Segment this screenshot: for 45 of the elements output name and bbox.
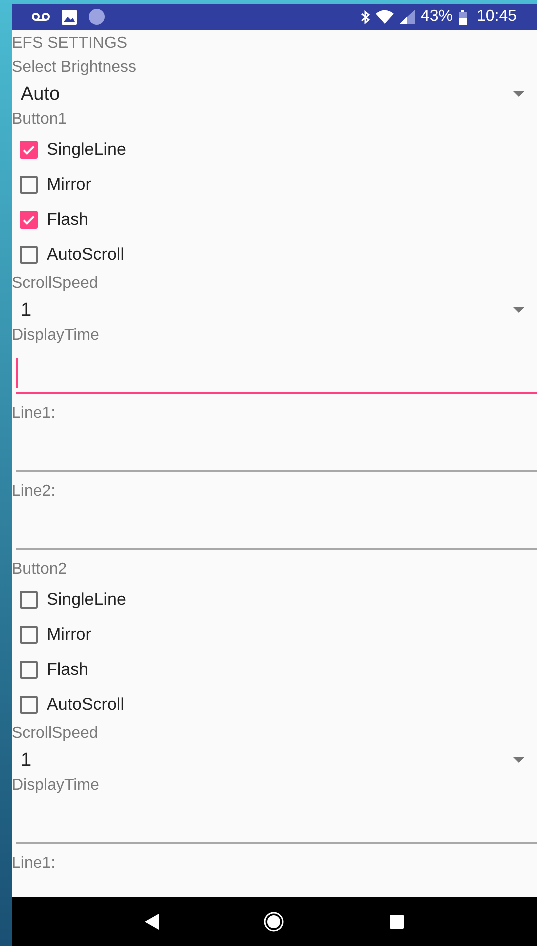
field-label: DisplayTime <box>12 778 100 794</box>
field-label: ScrollSpeed <box>12 726 98 742</box>
bluetooth-icon <box>360 10 370 24</box>
checkbox-label: SingleLine <box>47 141 126 158</box>
checkbox[interactable] <box>20 590 38 608</box>
dropdown-caret-icon <box>513 91 525 97</box>
checkbox-label: Mirror <box>47 176 92 193</box>
dropdown-caret-icon <box>513 307 525 313</box>
checkbox-label: AutoScroll <box>47 696 124 713</box>
field-label: DisplayTime <box>12 328 100 344</box>
recents-icon[interactable] <box>390 914 404 928</box>
dropdown[interactable]: Auto <box>12 80 537 108</box>
checkbox[interactable] <box>20 210 38 228</box>
field-label: Select Brightness <box>12 60 137 76</box>
checkbox-label: AutoScroll <box>47 246 124 263</box>
dropdown[interactable]: 1 <box>12 746 537 774</box>
screen-title: EFS SETTINGS <box>12 36 128 52</box>
checkbox-label: Flash <box>47 661 89 678</box>
dropdown-caret-icon <box>513 757 525 763</box>
field-label: Line1: <box>12 406 56 422</box>
checkbox[interactable] <box>20 176 38 194</box>
field-label: Line2: <box>12 484 56 500</box>
checkbox-label: SingleLine <box>47 591 126 608</box>
checkbox[interactable] <box>20 660 38 678</box>
field-label: Line1: <box>12 856 56 872</box>
wifi-icon <box>376 10 394 24</box>
field-label: ScrollSpeed <box>12 276 98 292</box>
field-label: Button1 <box>12 112 68 128</box>
field-label: Button2 <box>12 562 68 578</box>
battery-percent: 43% <box>420 9 453 25</box>
checkbox[interactable] <box>20 696 38 714</box>
circle-icon <box>89 9 105 25</box>
dropdown[interactable]: 1 <box>12 296 537 324</box>
checkbox[interactable] <box>20 626 38 644</box>
image-icon <box>62 10 77 24</box>
checkbox-label: Mirror <box>47 626 92 643</box>
battery-icon <box>458 10 467 24</box>
back-icon[interactable] <box>144 914 159 930</box>
voicemail-icon <box>32 13 50 21</box>
clock: 10:45 <box>476 9 517 25</box>
checkbox[interactable] <box>20 140 38 158</box>
home-icon[interactable] <box>264 912 284 932</box>
signal-icon <box>400 10 415 24</box>
checkbox-label: Flash <box>47 211 89 228</box>
checkbox[interactable] <box>20 246 38 264</box>
